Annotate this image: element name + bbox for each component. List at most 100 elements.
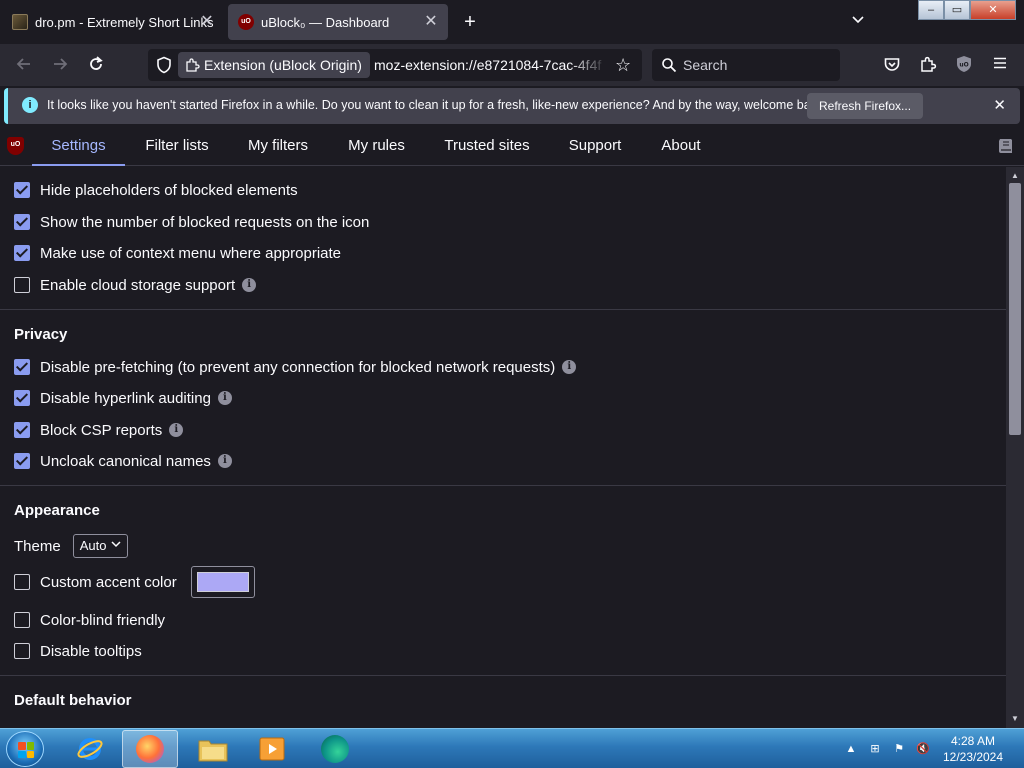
ublock-toolbar-icon[interactable]: uO: [954, 55, 974, 75]
internet-explorer-taskbar-button[interactable]: [62, 730, 118, 768]
accent-color-picker[interactable]: [190, 566, 255, 598]
info-icon[interactable]: i: [562, 360, 577, 374]
back-icon[interactable]: [14, 55, 34, 75]
tab-title: dro.pm - Extremely Short Links: [35, 14, 214, 30]
checkbox-unchecked[interactable]: [14, 643, 30, 659]
url-bar[interactable]: Extension (uBlock Origin) moz-extension:…: [148, 49, 642, 81]
option-label: Uncloak canonical names: [40, 452, 211, 470]
tab-settings[interactable]: Settings: [32, 126, 125, 166]
tab-support[interactable]: Support: [557, 126, 633, 166]
show-hidden-icons-icon[interactable]: ▲: [844, 742, 858, 756]
info-icon[interactable]: i: [217, 391, 232, 405]
checkbox-checked[interactable]: [14, 453, 30, 469]
system-tray: ▲ ⊞ ⚑ 🔇: [844, 729, 940, 768]
refresh-firefox-notification: i It looks like you haven't started Fire…: [4, 88, 1020, 124]
vertical-scrollbar[interactable]: ▲ ▼: [1006, 167, 1024, 728]
checkbox-unchecked[interactable]: [14, 277, 30, 293]
start-button[interactable]: [6, 731, 44, 767]
bookmark-star-icon[interactable]: ☆: [615, 55, 631, 76]
folder-icon: [198, 740, 228, 762]
info-icon[interactable]: i: [169, 423, 184, 437]
ublock-logo-icon: uO: [7, 137, 24, 155]
option-theme: Theme Auto: [14, 533, 129, 559]
scroll-down-arrow-icon[interactable]: ▼: [1010, 714, 1020, 724]
option-context-menu[interactable]: Make use of context menu where appropria…: [14, 243, 341, 263]
forward-icon[interactable]: [50, 55, 70, 75]
option-disable-tooltips[interactable]: Disable tooltips: [14, 641, 142, 661]
close-tab-icon[interactable]: ✕: [422, 13, 440, 31]
file-explorer-taskbar-button[interactable]: [185, 730, 241, 768]
refresh-firefox-button[interactable]: Refresh Firefox...: [807, 93, 924, 119]
tab-dro-pm[interactable]: dro.pm - Extremely Short Links ✕: [2, 4, 224, 40]
checkbox-checked[interactable]: [14, 390, 30, 406]
search-bar[interactable]: Search: [652, 49, 840, 81]
identity-box[interactable]: Extension (uBlock Origin): [178, 52, 370, 78]
tab-ublock-dashboard[interactable]: uO uBlock₀ — Dashboard ✕: [228, 4, 448, 40]
option-label: Disable tooltips: [40, 642, 142, 660]
list-all-tabs-icon[interactable]: [849, 12, 867, 30]
tab-my-rules[interactable]: My rules: [336, 126, 417, 166]
checkbox-unchecked[interactable]: [14, 612, 30, 628]
svg-text:uO: uO: [959, 62, 968, 69]
option-cloud-storage[interactable]: Enable cloud storage support i: [14, 275, 257, 295]
close-tab-icon[interactable]: ✕: [198, 13, 216, 31]
pocket-icon[interactable]: [882, 55, 902, 75]
theme-label: Theme: [14, 537, 61, 555]
extension-puzzle-icon: [186, 58, 200, 72]
network-icon[interactable]: ⊞: [868, 742, 882, 756]
action-center-flag-icon[interactable]: ⚑: [892, 742, 906, 756]
option-disable-hyperlink-auditing[interactable]: Disable hyperlink auditing i: [14, 388, 232, 408]
option-custom-accent-color[interactable]: Custom accent color: [14, 566, 255, 598]
url-fade: [568, 53, 608, 77]
option-disable-prefetching[interactable]: Disable pre-fetching (to prevent any con…: [14, 357, 577, 377]
chevron-down-icon: [111, 535, 121, 557]
media-player-taskbar-button[interactable]: [244, 730, 300, 768]
tab-trusted-sites[interactable]: Trusted sites: [432, 126, 542, 166]
taskbar-clock[interactable]: 4:28 AM 12/23/2024: [936, 733, 1010, 765]
navigation-toolbar: Extension (uBlock Origin) moz-extension:…: [0, 44, 1024, 86]
firefox-icon: [136, 735, 164, 763]
new-tab-button[interactable]: +: [460, 12, 480, 32]
notification-message: It looks like you haven't started Firefo…: [47, 98, 827, 112]
dro-pm-favicon: [12, 14, 28, 30]
theme-select[interactable]: Auto: [72, 534, 129, 558]
checkbox-unchecked[interactable]: [14, 574, 30, 590]
extensions-icon[interactable]: [918, 55, 938, 75]
ublock-favicon: uO: [238, 14, 254, 30]
tab-filter-lists[interactable]: Filter lists: [133, 126, 221, 166]
option-color-blind-friendly[interactable]: Color-blind friendly: [14, 610, 165, 630]
firefox-taskbar-button[interactable]: [122, 730, 178, 768]
checkbox-checked[interactable]: [14, 214, 30, 230]
checkbox-checked[interactable]: [14, 245, 30, 261]
checkbox-checked[interactable]: [14, 422, 30, 438]
volume-muted-icon[interactable]: 🔇: [916, 742, 930, 756]
tab-my-filters[interactable]: My filters: [236, 126, 320, 166]
reload-icon[interactable]: [86, 55, 106, 75]
tracking-protection-icon[interactable]: [155, 56, 173, 74]
info-icon[interactable]: i: [242, 278, 257, 292]
option-label: Hide placeholders of blocked elements: [40, 181, 298, 199]
option-hide-placeholders[interactable]: Hide placeholders of blocked elements: [14, 180, 298, 200]
edge-taskbar-button[interactable]: [307, 730, 363, 768]
option-block-csp-reports[interactable]: Block CSP reports i: [14, 420, 184, 440]
close-window-button[interactable]: ✕: [970, 0, 1016, 20]
accent-color-swatch: [196, 572, 249, 592]
book-icon[interactable]: [996, 136, 1016, 156]
tab-about[interactable]: About: [650, 126, 712, 166]
info-icon[interactable]: i: [217, 454, 232, 468]
restore-button[interactable]: ▭: [944, 0, 970, 20]
option-uncloak-canonical-names[interactable]: Uncloak canonical names i: [14, 451, 232, 471]
search-icon: [662, 58, 677, 73]
search-placeholder: Search: [683, 57, 728, 73]
scrollbar-thumb[interactable]: [1009, 183, 1021, 435]
checkbox-checked[interactable]: [14, 359, 30, 375]
tab-strip: dro.pm - Extremely Short Links ✕ uO uBlo…: [0, 0, 1024, 44]
checkbox-checked[interactable]: [14, 182, 30, 198]
scroll-up-arrow-icon[interactable]: ▲: [1010, 171, 1020, 181]
hamburger-menu-icon[interactable]: [990, 55, 1010, 75]
option-label: Show the number of blocked requests on t…: [40, 213, 370, 231]
option-show-blocked-count[interactable]: Show the number of blocked requests on t…: [14, 212, 369, 232]
internet-explorer-icon: [77, 738, 103, 760]
close-notification-icon[interactable]: ✕: [993, 96, 1006, 114]
minimize-button[interactable]: –: [918, 0, 944, 20]
